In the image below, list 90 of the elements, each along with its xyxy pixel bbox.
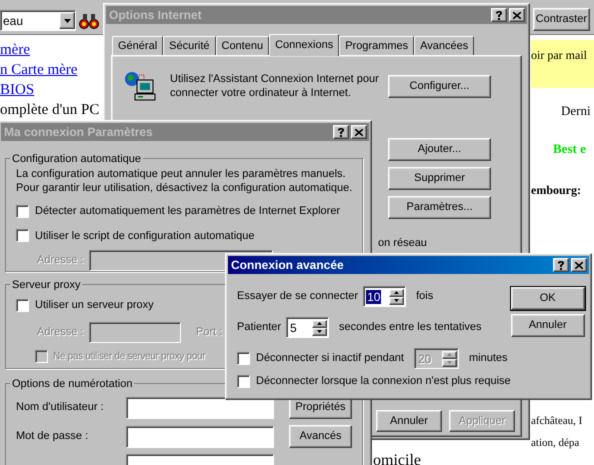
tab[interactable]: Contenu [216,36,270,55]
dialog-button[interactable]: Annuler [376,410,442,432]
page-text: omicile [373,451,421,465]
field-label: Adresse : [37,324,84,340]
tab[interactable]: Général [112,36,164,55]
window-title: Options Internet [109,7,202,24]
close-button[interactable] [351,125,367,139]
down-triangle-icon [446,361,452,364]
side-button[interactable]: Paramètres... [388,196,491,219]
wizard-text: Utilisez l'Assistant Connexion Internet pour [170,72,379,86]
help-icon [338,128,344,136]
checkbox-label: Utiliser le script de configuration automatique [35,228,255,244]
group-label: Serveur proxy [10,277,82,294]
dropdown-button[interactable] [59,12,75,29]
checkbox-label: Détecter automatiquement les paramètres de Internet Explorer [35,204,340,219]
spin-up-button[interactable] [312,320,328,328]
page-link[interactable]: BIOS [0,80,100,100]
down-triangle-icon [394,299,400,302]
window-title: Ma connexion Paramètres [4,124,153,141]
up-triangle-icon [446,353,452,356]
field-label: Port : [196,324,224,340]
tab[interactable]: Sécurité [163,36,216,55]
address-field[interactable] [89,322,181,342]
side-button[interactable]: Supprimer [388,167,491,190]
checkbox[interactable] [16,229,29,242]
group-label: Configuration automatique [10,151,144,168]
up-triangle-icon [317,322,322,325]
tab[interactable]: Connexions [269,34,340,56]
configure-button[interactable]: Configurer... [388,74,491,98]
partial-label: on réseau [378,236,428,251]
group-label: Options de numérotation [10,376,134,392]
checkbox[interactable] [16,298,29,312]
field-label: Patienter [237,320,282,336]
text-field[interactable] [126,426,274,448]
checkbox[interactable] [237,374,250,388]
unit-label: fois [416,289,434,304]
down-triangle-icon [317,330,322,333]
checkbox-label: Ne pas utiliser de serveur proxy pour [53,350,206,364]
tab[interactable]: Programmes [339,36,414,55]
field-label: Mot de passe : [16,429,90,444]
dialog-button[interactable]: OK [510,287,585,310]
checkbox-label: Déconnecter si inactif pendant [256,351,404,366]
page-heading: embourg: [531,182,582,199]
highlight-text: Best e [553,140,587,158]
number-field[interactable]: 5 [286,317,330,338]
binoculars-icon[interactable] [79,12,99,30]
dialog-button[interactable]: Annuler [510,314,585,337]
page-link[interactable]: mère [0,40,100,60]
page-text: omplète d'un PC [0,101,100,120]
page-text: Derni [561,102,592,120]
unit-label: secondes entre les tentatives [339,320,482,336]
help-button[interactable] [491,8,507,22]
unit-label: minutes [468,351,508,366]
page-text: afchâteau, I [531,414,582,429]
close-button[interactable] [571,258,587,272]
number-value: 10 [366,290,382,304]
field-label: Adresse : [37,253,84,268]
computer-globe-icon [124,70,156,102]
field-label: Essayer de se connecter [237,289,358,304]
page-link[interactable]: n Carte mère [0,60,100,80]
help-button[interactable] [553,258,569,272]
number-value: 20 [416,352,432,366]
help-icon [496,10,502,20]
address-text: eau [2,12,24,30]
text-field[interactable] [126,396,274,418]
close-icon [575,262,583,268]
spin-up-button[interactable] [389,288,404,296]
checkbox-label: Utiliser un serveur proxy [35,298,154,313]
help-icon [558,260,564,270]
number-field[interactable]: 10 [363,286,406,307]
down-triangle-icon [64,18,70,22]
banner-text: oir par mail [531,48,587,62]
checkbox-label: Déconnecter lorsque la connexion n'est plus requise [256,374,511,389]
close-button[interactable] [509,8,525,22]
dialog-button[interactable]: Avancés [289,425,352,448]
side-button[interactable]: Ajouter... [388,138,491,161]
address-combo[interactable]: eau [0,10,76,31]
number-value: 5 [289,320,298,334]
checkbox[interactable] [16,204,29,218]
close-icon [513,12,521,18]
window-title: Connexion avancée [231,257,344,274]
wizard-text: connecter votre ordinateur à Internet. [170,86,352,100]
close-icon [355,128,363,136]
tab[interactable]: Avancées [414,36,474,55]
description-text: La configuration automatique peut annuler les paramètres manuels. Pour garantir leur utilisation, désactivez la configuration automatique. [16,167,354,195]
up-triangle-icon [394,291,400,294]
toolbar-button[interactable]: Contraster [532,8,590,31]
field-label: Nom d'utilisateur : [16,400,105,416]
page-text: ation, dépa [531,436,580,451]
help-button[interactable] [333,125,349,139]
